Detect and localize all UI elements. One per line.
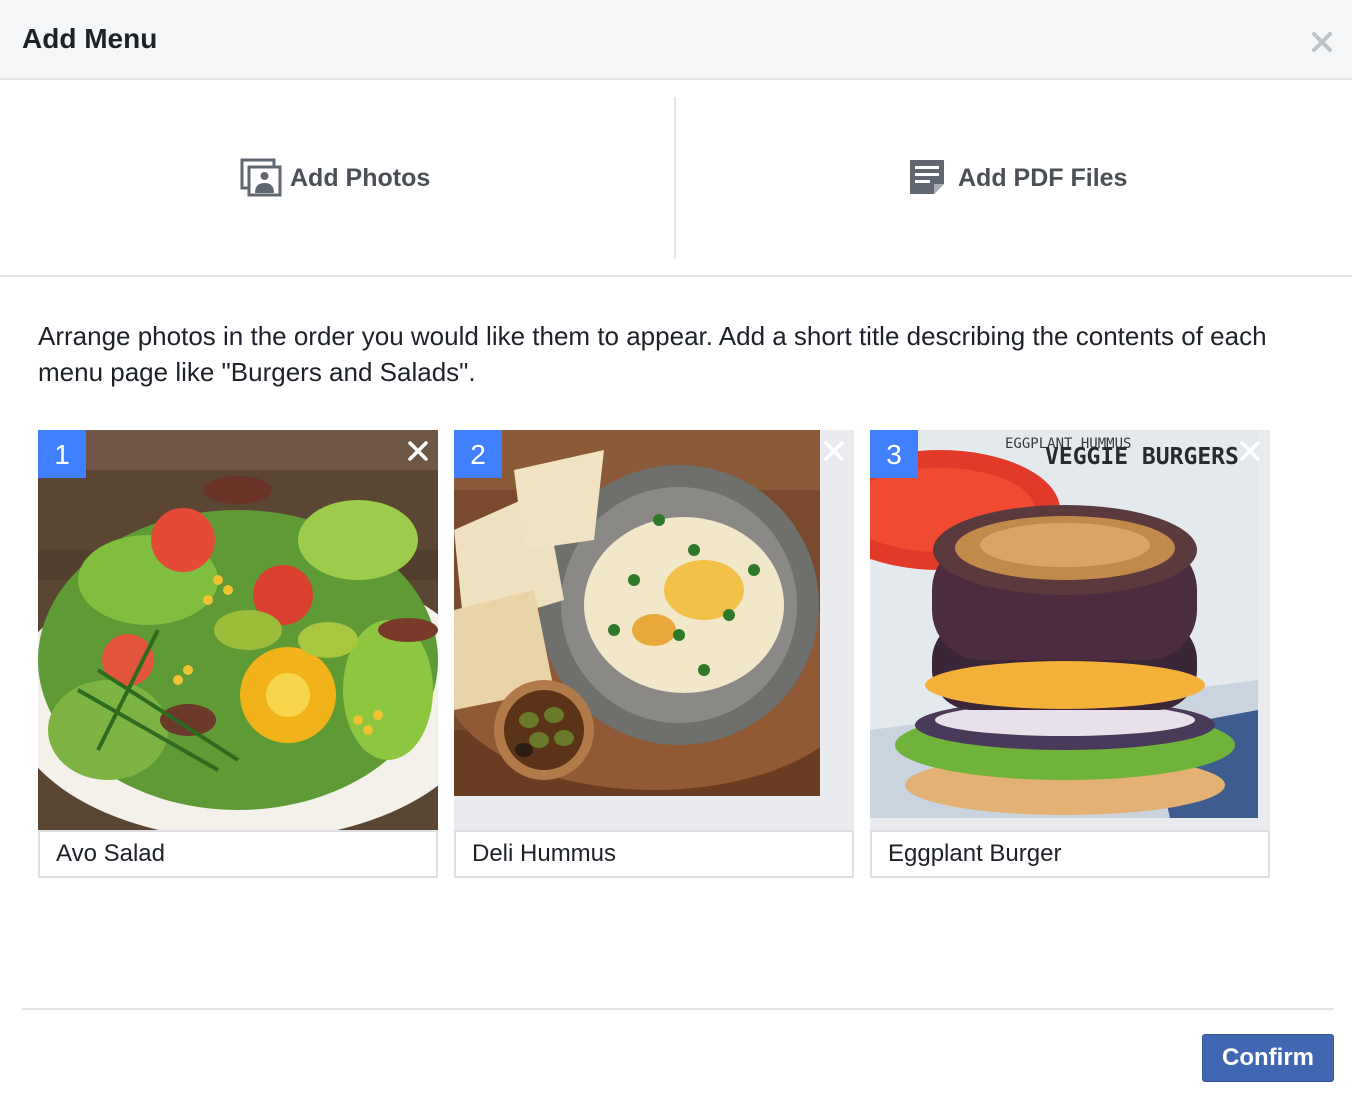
photo-card-2[interactable]: 2: [454, 430, 854, 878]
close-icon[interactable]: [1308, 28, 1336, 56]
photos-icon: [240, 158, 282, 197]
photo-order-badge: 3: [870, 430, 918, 478]
add-pdf-button[interactable]: Add PDF Files: [908, 158, 1127, 198]
pdf-file-icon: [910, 160, 944, 194]
photo-card-3[interactable]: EGGPLANT HUMMUS VEGGIE BURGERS 3: [870, 430, 1270, 878]
eggplant-burger-photo: EGGPLANT HUMMUS VEGGIE BURGERS: [870, 430, 1258, 818]
upload-options: Add Photos Add PDF Files: [0, 80, 1352, 277]
upload-divider: [674, 97, 676, 259]
photo-frame: EGGPLANT HUMMUS VEGGIE BURGERS 3: [870, 430, 1270, 830]
photo-title-input[interactable]: [454, 830, 854, 878]
dialog-title: Add Menu: [22, 23, 158, 54]
add-menu-dialog: Add Menu Add Photos Add PDF Files Arrang…: [0, 0, 1352, 1100]
hummus-photo: [454, 430, 820, 796]
photo-frame: 1: [38, 430, 438, 830]
photo-title-input[interactable]: [38, 830, 438, 878]
remove-photo-icon[interactable]: [1237, 438, 1263, 464]
image-caption-main: VEGGIE BURGERS: [1045, 444, 1239, 470]
footer-divider: [22, 1008, 1334, 1010]
photo-order-badge: 2: [454, 430, 502, 478]
add-photos-label: Add Photos: [290, 163, 431, 192]
photo-title-input[interactable]: [870, 830, 1270, 878]
dialog-header: Add Menu: [0, 0, 1352, 80]
add-photos-button[interactable]: Add Photos: [240, 158, 430, 198]
add-pdf-label: Add PDF Files: [958, 163, 1128, 192]
photo-card-1[interactable]: 1: [38, 430, 438, 878]
remove-photo-icon[interactable]: [405, 438, 431, 464]
remove-photo-icon[interactable]: [821, 438, 847, 464]
confirm-button[interactable]: Confirm: [1202, 1034, 1334, 1082]
salad-photo: [38, 430, 438, 830]
photo-order-badge: 1: [38, 430, 86, 478]
photo-frame: 2: [454, 430, 854, 830]
instructions-text: Arrange photos in the order you would li…: [38, 321, 1267, 387]
